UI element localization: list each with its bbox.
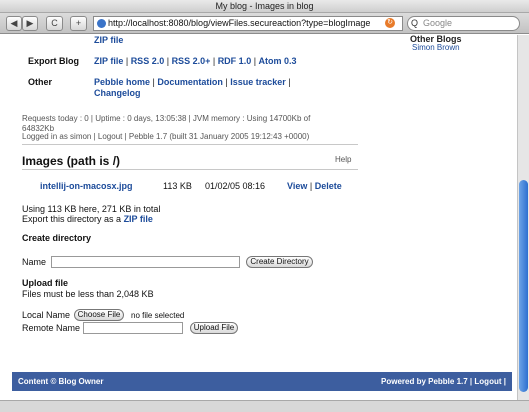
file-name-link[interactable]: intellij-on-macosx.jpg [40,181,133,191]
usage-text: Using 113 KB here, 271 KB in total [22,204,161,214]
choose-file-button[interactable]: Choose File [74,309,124,321]
heading-divider [22,169,358,170]
export-links: ZIP file | RSS 2.0 | RSS 2.0+ | RDF 1.0 … [94,56,297,66]
export-rdf-link[interactable]: RDF 1.0 [218,56,252,66]
export-directory-text: Export this directory as a ZIP file [22,214,153,224]
documentation-link[interactable]: Documentation [157,77,223,87]
refresh-icon[interactable]: ↻ [385,18,395,28]
reload-button[interactable]: C [46,16,63,31]
footer-logout-link[interactable]: Logout [474,377,501,386]
other-links: Pebble home | Documentation | Issue trac… [94,77,291,87]
export-blog-label: Export Blog [28,56,79,66]
forward-button[interactable]: ▶ [22,16,38,31]
divider [22,144,358,145]
upload-file-heading: Upload file [22,278,69,288]
remote-name-label: Remote Name [22,323,81,333]
create-directory-button[interactable]: Create Directory [246,256,313,268]
page-footer: Content © Blog Owner Powered by Pebble 1… [12,372,512,391]
page-content: ZIP file Other Blogs Simon Brown Export … [0,35,517,400]
export-zip-link[interactable]: ZIP file [94,56,123,66]
footer-copyright: Content © Blog Owner [18,377,104,386]
file-actions: View | Delete [287,181,342,191]
other-label: Other [28,77,53,87]
export-atom-link[interactable]: Atom 0.3 [259,56,297,66]
add-bookmark-button[interactable]: + [70,16,87,31]
footer-powered-by: Powered by Pebble 1.7 | Logout | [381,377,506,386]
status-bar [0,400,529,412]
export-rss20plus-link[interactable]: RSS 2.0+ [172,56,211,66]
address-bar[interactable]: http://localhost:8080/blog/viewFiles.sec… [93,16,403,31]
changelog-link[interactable]: Changelog [94,88,141,98]
export-rss20-link[interactable]: RSS 2.0 [131,56,165,66]
file-size: 113 KB [163,181,192,191]
directory-name-label: Name [22,257,47,267]
upload-file-button[interactable]: Upload File [190,322,238,334]
help-link[interactable]: Help [335,155,351,164]
export-directory-zip-link[interactable]: ZIP file [124,214,153,224]
stats-line-1: Requests today : 0 | Uptime : 0 days, 13… [22,114,311,123]
pebble-home-link[interactable]: Pebble home [94,77,150,87]
search-icon: Q [411,18,419,28]
create-directory-heading: Create directory [22,233,92,243]
directory-name-input[interactable] [51,256,240,268]
issue-tracker-link[interactable]: Issue tracker [230,77,286,87]
globe-icon [97,19,106,28]
search-field[interactable]: Google [407,16,520,31]
footer-end-pipe: | [503,377,506,386]
local-name-label: Local Name [22,310,71,320]
export-zip-top-link[interactable]: ZIP file [94,35,123,45]
delete-file-link[interactable]: Delete [315,181,342,191]
export-directory-prefix: Export this directory as a [22,214,122,224]
view-file-link[interactable]: View [287,181,307,191]
file-date: 01/02/05 08:16 [205,181,266,191]
remote-name-input[interactable] [83,322,183,334]
back-button[interactable]: ◀ [6,16,22,31]
scrollbar-thumb[interactable] [519,180,528,392]
upload-size-note: Files must be less than 2,048 KB [22,289,154,299]
footer-powered-text: Powered by Pebble 1.7 | [381,377,473,386]
window-title: My blog - Images in blog [0,0,529,13]
images-heading: Images (path is /) [22,154,121,168]
vertical-scrollbar[interactable] [517,35,529,400]
stats-line-3: Logged in as simon | Logout | Pebble 1.7… [22,132,310,141]
no-file-selected-text: no file selected [131,311,185,320]
browser-toolbar: ◀ ▶ C + http://localhost:8080/blog/viewF… [0,13,529,34]
other-blogs-link[interactable]: Simon Brown [412,43,460,52]
